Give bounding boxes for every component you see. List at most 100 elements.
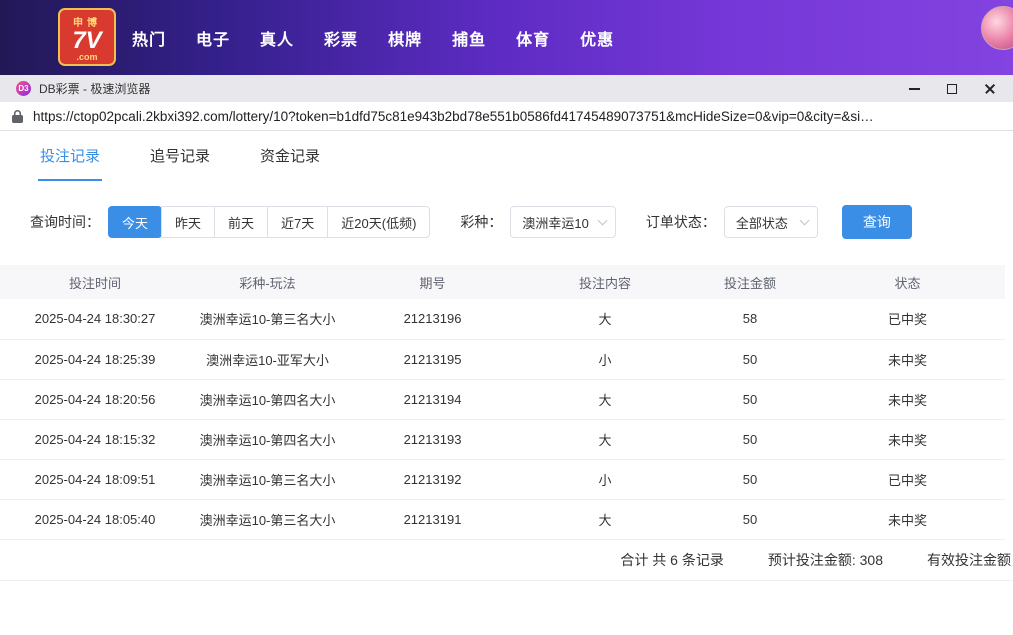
logo-text-main: 7V — [60, 29, 114, 53]
table-body: 2025-04-24 18:30:27澳洲幸运10-第三名大小21213196大… — [0, 299, 1005, 539]
cell-amount: 50 — [690, 499, 810, 539]
filter-bar: 查询时间： 今天昨天前天近7天近20天(低频) 彩种： 澳洲幸运10 订单状态：… — [30, 205, 1013, 239]
order-status-select[interactable]: 全部状态 — [724, 206, 818, 238]
window-controls — [907, 82, 1003, 96]
time-filter-button[interactable]: 近20天(低频) — [327, 206, 430, 238]
table-row: 2025-04-24 18:05:40澳洲幸运10-第三名大小21213191大… — [0, 499, 1005, 539]
minimize-button[interactable] — [907, 82, 921, 96]
browser-favicon-icon: D3 — [16, 81, 31, 96]
browser-titlebar: D3 DB彩票 - 极速浏览器 — [0, 75, 1013, 102]
column-header: 投注内容 — [520, 265, 690, 299]
summary-total: 合计 共 6 条记录 — [620, 550, 723, 570]
nav-item[interactable]: 热门 — [132, 26, 166, 50]
page-content: 投注记录追号记录资金记录 查询时间： 今天昨天前天近7天近20天(低频) 彩种：… — [0, 131, 1013, 635]
column-header: 投注时间 — [0, 265, 190, 299]
search-button[interactable]: 查询 — [842, 205, 912, 239]
summary-bar: 合计 共 6 条记录 预计投注金额: 308 有效投注金额 — [0, 540, 1013, 581]
time-filter-button[interactable]: 前天 — [214, 206, 268, 238]
cell-issue: 21213191 — [345, 499, 520, 539]
cell-content: 小 — [520, 339, 690, 379]
order-status-label: 订单状态： — [646, 212, 716, 232]
maximize-icon — [947, 84, 957, 94]
table-row: 2025-04-24 18:09:51澳洲幸运10-第三名大小21213192小… — [0, 459, 1005, 499]
window-title: DB彩票 - 极速浏览器 — [39, 80, 150, 97]
cell-time: 2025-04-24 18:15:32 — [0, 419, 190, 459]
time-filter-group: 今天昨天前天近7天近20天(低频) — [108, 206, 430, 238]
maximize-button[interactable] — [945, 82, 959, 96]
time-filter-label: 查询时间： — [30, 212, 100, 232]
order-status-value: 全部状态 — [736, 213, 788, 232]
cell-status: 未中奖 — [810, 419, 1005, 459]
column-header: 彩种-玩法 — [190, 265, 345, 299]
cell-game: 澳洲幸运10-第三名大小 — [190, 499, 345, 539]
cell-game: 澳洲幸运10-第三名大小 — [190, 459, 345, 499]
time-filter-button[interactable]: 昨天 — [161, 206, 215, 238]
nav-item[interactable]: 电子 — [196, 26, 230, 50]
cell-game: 澳洲幸运10-第四名大小 — [190, 419, 345, 459]
lottery-select[interactable]: 澳洲幸运10 — [510, 206, 615, 238]
cell-game: 澳洲幸运10-第四名大小 — [190, 379, 345, 419]
nav-item[interactable]: 捕鱼 — [452, 26, 486, 50]
table-row: 2025-04-24 18:20:56澳洲幸运10-第四名大小21213194大… — [0, 379, 1005, 419]
summary-valid: 有效投注金额 — [927, 550, 1011, 570]
cell-issue: 21213192 — [345, 459, 520, 499]
nav-item[interactable]: 优惠 — [580, 26, 614, 50]
cell-amount: 50 — [690, 339, 810, 379]
close-button[interactable] — [983, 82, 997, 96]
site-logo[interactable]: 申博 7V .com — [58, 8, 116, 66]
time-filter-button[interactable]: 今天 — [108, 206, 162, 238]
cell-time: 2025-04-24 18:20:56 — [0, 379, 190, 419]
minimize-icon — [909, 88, 920, 90]
tab[interactable]: 追号记录 — [148, 131, 212, 181]
cell-time: 2025-04-24 18:30:27 — [0, 299, 190, 339]
column-header: 投注金额 — [690, 265, 810, 299]
cell-time: 2025-04-24 18:05:40 — [0, 499, 190, 539]
cell-status: 已中奖 — [810, 299, 1005, 339]
time-filter-button[interactable]: 近7天 — [267, 206, 328, 238]
site-menu: 热门 电子 真人 彩票 棋牌 捕鱼 体育 优惠 — [132, 0, 614, 75]
cell-amount: 50 — [690, 379, 810, 419]
cell-time: 2025-04-24 18:09:51 — [0, 459, 190, 499]
cell-issue: 21213194 — [345, 379, 520, 419]
chevron-down-icon — [799, 216, 809, 226]
column-header: 期号 — [345, 265, 520, 299]
cell-status: 未中奖 — [810, 339, 1005, 379]
cell-issue: 21213196 — [345, 299, 520, 339]
column-header: 状态 — [810, 265, 1005, 299]
records-table: 投注时间彩种-玩法期号投注内容投注金额状态 2025-04-24 18:30:2… — [0, 265, 1005, 540]
tab[interactable]: 投注记录 — [38, 131, 102, 181]
cell-amount: 50 — [690, 459, 810, 499]
cell-content: 大 — [520, 379, 690, 419]
cell-content: 大 — [520, 499, 690, 539]
table-row: 2025-04-24 18:30:27澳洲幸运10-第三名大小21213196大… — [0, 299, 1005, 339]
nav-item[interactable]: 真人 — [260, 26, 294, 50]
cell-content: 大 — [520, 299, 690, 339]
lottery-label: 彩种： — [460, 212, 502, 232]
lottery-select-value: 澳洲幸运10 — [522, 213, 588, 232]
browser-urlbar[interactable]: https://ctop02pcali.2kbxi392.com/lottery… — [0, 102, 1013, 131]
browser-window: D3 DB彩票 - 极速浏览器 https://ctop02pcali.2kbx… — [0, 75, 1013, 635]
table-header-row: 投注时间彩种-玩法期号投注内容投注金额状态 — [0, 265, 1005, 299]
cell-status: 未中奖 — [810, 379, 1005, 419]
cell-status: 未中奖 — [810, 499, 1005, 539]
url-text: https://ctop02pcali.2kbxi392.com/lottery… — [33, 109, 874, 124]
table-row: 2025-04-24 18:25:39澳洲幸运10-亚军大小21213195小5… — [0, 339, 1005, 379]
cell-game: 澳洲幸运10-亚军大小 — [190, 339, 345, 379]
cell-issue: 21213193 — [345, 419, 520, 459]
nav-item[interactable]: 体育 — [516, 26, 550, 50]
tab-bar: 投注记录追号记录资金记录 — [0, 131, 1013, 181]
summary-expected: 预计投注金额: 308 — [768, 550, 883, 570]
cell-amount: 58 — [690, 299, 810, 339]
user-avatar[interactable] — [981, 6, 1013, 50]
cell-amount: 50 — [690, 419, 810, 459]
cell-content: 小 — [520, 459, 690, 499]
logo-text-suffix: .com — [60, 52, 114, 62]
tab[interactable]: 资金记录 — [258, 131, 322, 181]
table-row: 2025-04-24 18:15:32澳洲幸运10-第四名大小21213193大… — [0, 419, 1005, 459]
cell-time: 2025-04-24 18:25:39 — [0, 339, 190, 379]
chevron-down-icon — [597, 216, 607, 226]
nav-item[interactable]: 彩票 — [324, 26, 358, 50]
lock-icon — [12, 110, 23, 123]
nav-item[interactable]: 棋牌 — [388, 26, 422, 50]
screen: 申博 7V .com 热门 电子 真人 彩票 棋牌 捕鱼 体育 优惠 D3 DB彩票 - 极速… — [0, 0, 1013, 635]
